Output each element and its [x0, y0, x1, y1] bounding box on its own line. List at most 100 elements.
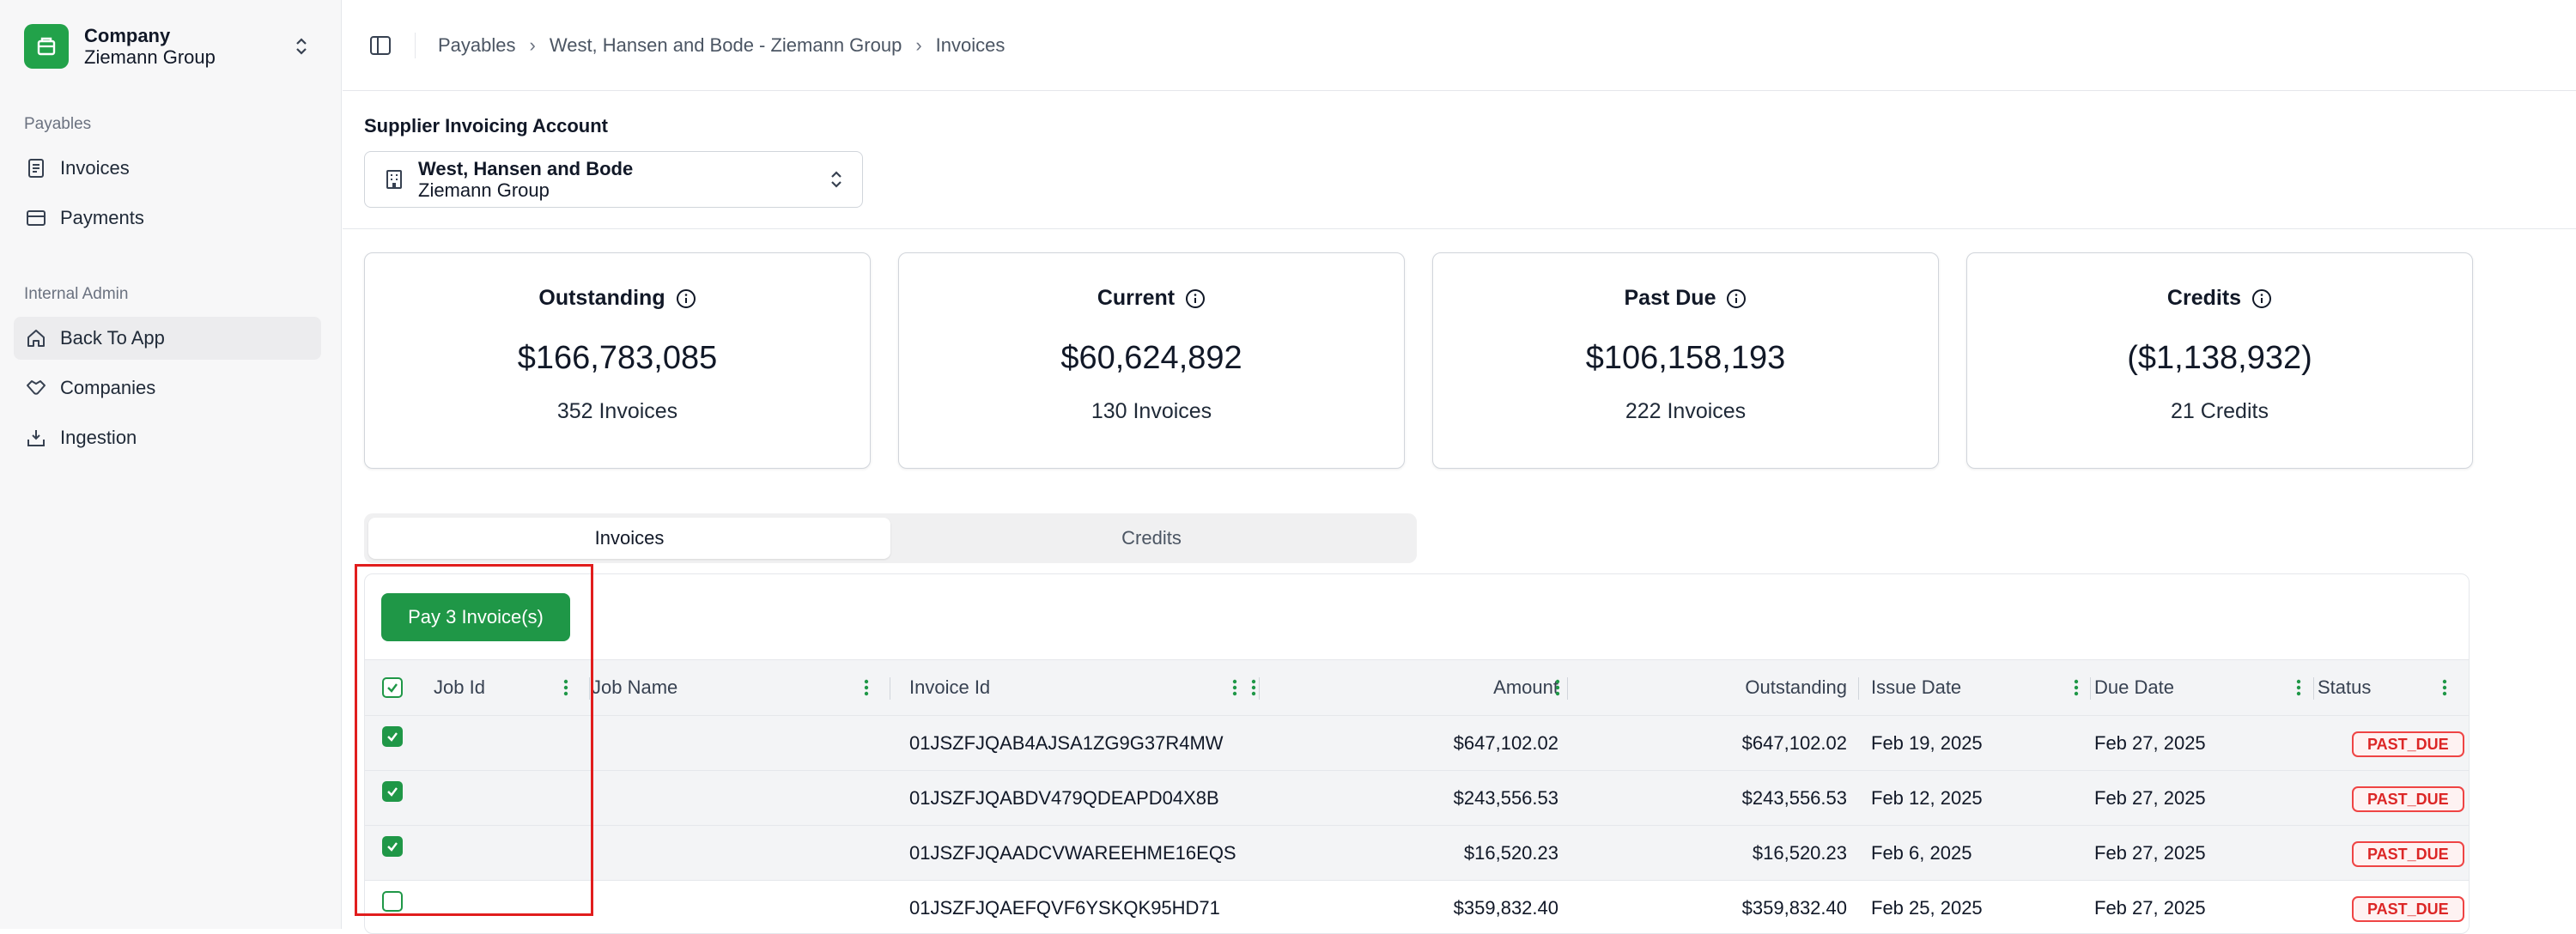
column-label: Amount — [1493, 676, 1558, 698]
card-count: 130 Invoices — [1091, 399, 1212, 423]
column-divider — [2090, 677, 2091, 700]
info-icon[interactable] — [2251, 288, 2272, 309]
nav-section-internal-admin: Internal Admin — [24, 285, 129, 303]
row-checkbox[interactable] — [382, 836, 403, 857]
outstanding-cell: $16,520.23 — [1752, 842, 1847, 864]
sidebar-item-ingestion[interactable]: Ingestion — [14, 416, 321, 459]
column-label: Invoice Id — [909, 676, 991, 698]
amount-cell: $647,102.02 — [1453, 732, 1558, 754]
sidebar-item-label: Back To App — [60, 327, 165, 349]
breadcrumb: Payables › West, Hansen and Bode - Ziema… — [438, 34, 1005, 57]
column-menu-icon[interactable] — [1230, 677, 1240, 698]
building-icon — [384, 169, 404, 190]
column-header-status[interactable]: Status — [2318, 660, 2450, 715]
past-due-card: Past Due $106,158,193 222 Invoices — [1432, 252, 1939, 469]
due-date-cell: Feb 27, 2025 — [2094, 732, 2206, 754]
row-checkbox[interactable] — [382, 781, 403, 802]
tab-credits[interactable]: Credits — [890, 518, 1413, 559]
column-header-due-date[interactable]: Due Date — [2094, 660, 2304, 715]
status-badge: PAST_DUE — [2352, 731, 2464, 757]
supplier-account-name: West, Hansen and Bode — [418, 158, 634, 179]
info-icon[interactable] — [1185, 288, 1206, 309]
tab-invoices[interactable]: Invoices — [368, 518, 890, 559]
sidebar-item-invoices[interactable]: Invoices — [14, 147, 321, 190]
current-card: Current $60,624,892 130 Invoices — [898, 252, 1405, 469]
job-name-cell — [592, 716, 872, 771]
column-label: Due Date — [2094, 676, 2174, 698]
card-count: 21 Credits — [2171, 399, 2269, 423]
outstanding-cell: $647,102.02 — [1741, 732, 1847, 754]
card-value: ($1,138,932) — [2127, 340, 2312, 376]
job-name-cell — [592, 826, 872, 881]
sidebar-toggle-icon[interactable] — [368, 33, 392, 58]
amount-cell: $243,556.53 — [1453, 787, 1558, 809]
column-header-amount[interactable]: Amount — [1275, 660, 1558, 715]
supplier-account-select[interactable]: West, Hansen and Bode Ziemann Group — [364, 151, 863, 208]
job-id-cell — [434, 881, 571, 933]
sidebar-item-back-to-app[interactable]: Back To App — [14, 317, 321, 360]
table-row[interactable]: 01JSZFJQAB4AJSA1ZG9G37R4MW $647,102.02 $… — [365, 716, 2469, 771]
column-header-job-id[interactable]: Job Id — [434, 660, 571, 715]
job-name-cell — [592, 881, 872, 933]
column-label: Job Id — [434, 676, 485, 698]
issue-date-cell: Feb 6, 2025 — [1871, 842, 1972, 864]
chevron-right-icon: › — [915, 33, 922, 56]
due-date-cell: Feb 27, 2025 — [2094, 787, 2206, 809]
sidebar-item-label: Payments — [60, 207, 144, 228]
column-divider — [1259, 677, 1260, 700]
column-label: Status — [2318, 676, 2372, 698]
amount-cell: $16,520.23 — [1463, 842, 1558, 864]
select-all-checkbox[interactable] — [382, 677, 403, 698]
issue-date-cell: Feb 19, 2025 — [1871, 732, 1983, 754]
handshake-icon — [26, 378, 46, 398]
job-name-cell — [592, 771, 872, 826]
invoice-id-cell: 01JSZFJQAEFQVF6YSKQK95HD71 — [909, 897, 1220, 919]
sidebar-item-label: Ingestion — [60, 427, 137, 448]
column-divider — [1567, 677, 1568, 700]
column-header-job-name[interactable]: Job Name — [592, 660, 872, 715]
column-label: Outstanding — [1745, 676, 1847, 698]
breadcrumb-payables[interactable]: Payables — [438, 34, 516, 57]
status-badge: PAST_DUE — [2352, 786, 2464, 812]
status-badge: PAST_DUE — [2352, 841, 2464, 867]
table-row[interactable]: 01JSZFJQAADCVWAREEHME16EQS $16,520.23 $1… — [365, 826, 2469, 881]
card-value: $106,158,193 — [1585, 340, 1786, 376]
tabs: Invoices Credits — [364, 513, 1417, 563]
job-id-cell — [434, 771, 571, 826]
column-menu-icon[interactable] — [561, 677, 571, 698]
amount-cell: $359,832.40 — [1453, 897, 1558, 919]
info-icon[interactable] — [1726, 288, 1747, 309]
column-menu-icon[interactable] — [2071, 677, 2081, 698]
table-row[interactable]: 01JSZFJQAEFQVF6YSKQK95HD71 $359,832.40 $… — [365, 881, 2469, 933]
column-header-outstanding[interactable]: Outstanding — [1584, 660, 1847, 715]
supplier-account-label: Supplier Invoicing Account — [364, 115, 608, 136]
sidebar-item-payments[interactable]: Payments — [14, 197, 321, 240]
row-checkbox[interactable] — [382, 726, 403, 747]
table-header: Job Id Job Name Invoice Id Amount Outsta… — [365, 659, 2469, 716]
column-divider — [589, 677, 590, 700]
invoices-table-panel: Pay 3 Invoice(s) Job Id Job Name Invoice… — [364, 573, 2470, 934]
sidebar-item-label: Invoices — [60, 157, 130, 179]
status-badge: PAST_DUE — [2352, 896, 2464, 922]
chevron-right-icon: › — [529, 33, 536, 56]
pay-invoices-button[interactable]: Pay 3 Invoice(s) — [381, 593, 570, 641]
table-row[interactable]: 01JSZFJQABDV479QDEAPD04X8B $243,556.53 $… — [365, 771, 2469, 826]
column-menu-icon[interactable] — [2439, 677, 2450, 698]
info-icon[interactable] — [676, 288, 696, 309]
invoice-icon — [26, 158, 46, 179]
job-id-cell — [434, 716, 571, 771]
column-menu-icon[interactable] — [1249, 677, 1259, 703]
company-switcher[interactable]: Company Ziemann Group — [14, 17, 323, 76]
card-count: 352 Invoices — [556, 399, 678, 423]
column-header-issue-date[interactable]: Issue Date — [1871, 660, 2081, 715]
issue-date-cell: Feb 25, 2025 — [1871, 897, 1983, 919]
top-bar: Payables › West, Hansen and Bode - Ziema… — [343, 0, 2576, 91]
column-menu-icon[interactable] — [1552, 677, 1563, 703]
column-menu-icon[interactable] — [861, 677, 872, 698]
breadcrumb-account[interactable]: West, Hansen and Bode - Ziemann Group — [550, 34, 902, 57]
company-logo-icon — [24, 24, 69, 69]
row-checkbox[interactable] — [382, 891, 403, 912]
column-menu-icon[interactable] — [2293, 677, 2304, 698]
sidebar-item-companies[interactable]: Companies — [14, 367, 321, 409]
column-header-invoice-id[interactable]: Invoice Id — [909, 660, 1240, 715]
